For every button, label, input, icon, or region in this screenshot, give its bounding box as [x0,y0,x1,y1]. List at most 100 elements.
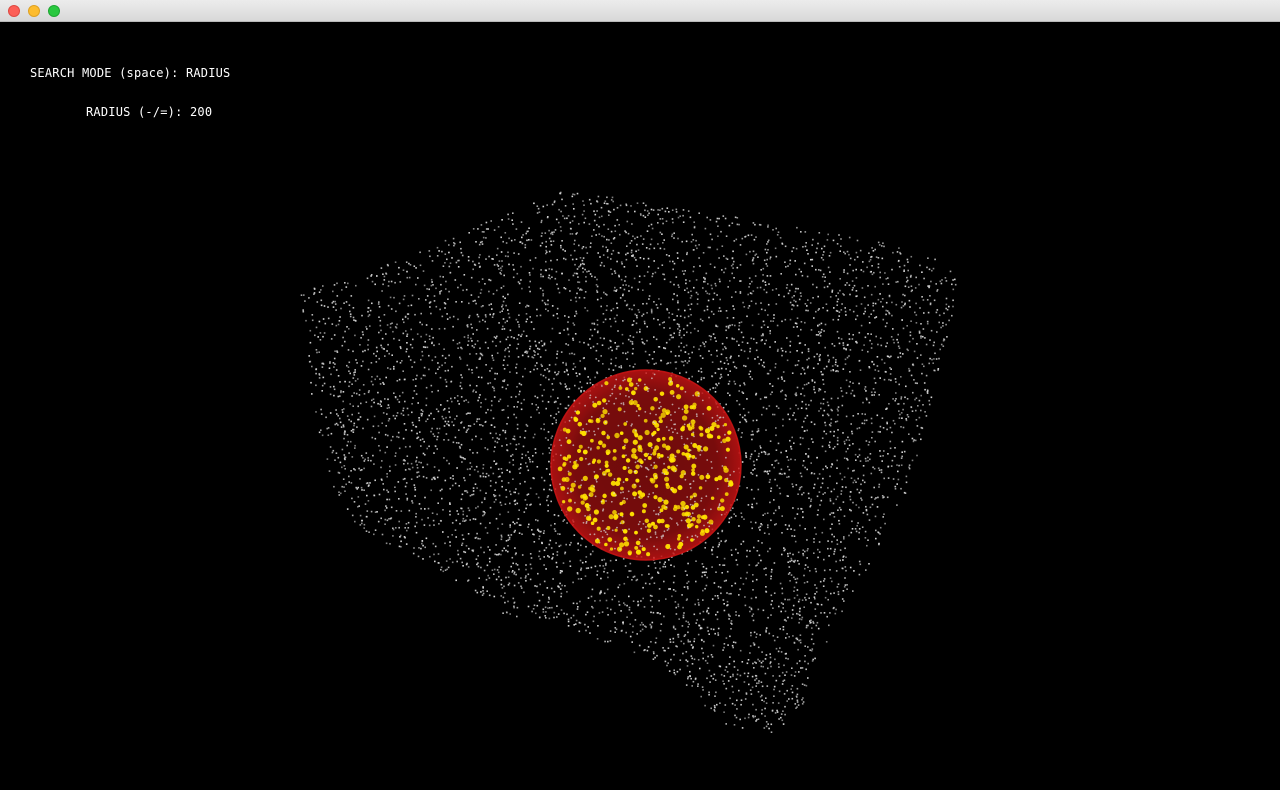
cloud-point [823,330,825,332]
cloud-point [828,282,831,285]
cloud-point [908,467,911,470]
cloud-point [750,434,753,436]
cloud-point [669,361,672,364]
cloud-point [304,300,306,302]
cloud-point [441,497,443,500]
cloud-point [773,639,776,642]
cloud-point [329,386,332,388]
cloud-point [584,575,587,577]
title-bar[interactable] [0,0,1280,22]
render-viewport[interactable]: SEARCH MODE (space): RADIUS RADIUS (-/=)… [0,22,1280,790]
cloud-point [376,275,378,277]
cloud-point [589,338,591,340]
cloud-point [527,493,530,495]
cloud-point [389,368,392,370]
cloud-point [752,589,754,591]
close-window-button[interactable] [8,5,20,17]
cloud-point [757,428,760,430]
cloud-point [661,218,664,220]
cloud-point [750,292,753,295]
cloud-point [928,268,931,271]
cloud-point [684,351,687,353]
cloud-point [567,344,570,346]
cloud-point [697,659,700,661]
cloud-point [672,637,675,640]
cloud-point [398,266,400,269]
cloud-point [860,269,863,271]
cloud-point [674,673,677,676]
cloud-point [827,354,829,357]
cloud-point [549,539,552,542]
cloud-point [392,535,394,537]
cloud-point [626,245,628,247]
cloud-point [725,368,727,370]
cloud-point [332,362,335,364]
cloud-point [582,257,585,259]
cloud-point [571,258,574,261]
cloud-point [816,495,819,498]
cloud-point [747,357,749,360]
cloud-point [570,541,572,544]
cloud-point [647,565,650,567]
cloud-point [504,430,507,432]
cloud-point [530,321,533,323]
cloud-point [542,608,545,611]
cloud-point [819,580,822,583]
cloud-point [462,565,464,567]
cloud-point [596,200,598,202]
cloud-point [554,523,556,525]
cloud-point [864,413,866,416]
cloud-point [820,257,823,259]
cloud-point [503,585,505,588]
cloud-point [869,506,872,509]
cloud-point [763,568,765,570]
cloud-point [541,394,544,397]
cloud-point [466,325,469,328]
cloud-point [851,338,854,340]
cloud-point [519,482,521,485]
cloud-point [515,443,518,446]
cloud-point [924,411,926,413]
cloud-point [554,229,557,231]
cloud-point [867,350,869,353]
cloud-point [604,200,607,202]
cloud-point [602,565,605,567]
cloud-point [728,593,730,595]
cloud-point [510,455,512,457]
cloud-point [480,376,483,379]
cloud-point [333,385,335,388]
cloud-point [477,296,480,298]
cloud-point [736,708,738,710]
cloud-point [775,449,778,451]
cloud-point [496,263,499,266]
cloud-point [578,621,581,624]
cloud-point [540,427,542,430]
cloud-point [785,450,788,452]
cloud-point [746,555,748,558]
cloud-point [729,656,731,658]
cloud-point [760,681,763,683]
cloud-point [810,421,813,423]
cloud-point [631,286,633,289]
cloud-point [408,262,410,265]
cloud-point [654,567,657,569]
cloud-point [655,338,658,341]
cloud-point [515,228,518,230]
zoom-window-button[interactable] [48,5,60,17]
minimize-window-button[interactable] [28,5,40,17]
cloud-point [550,259,552,262]
cloud-point [321,362,323,365]
cloud-point [470,294,473,296]
cloud-point [830,466,832,468]
cloud-point [651,605,653,608]
cloud-point [801,351,803,354]
cloud-point [417,402,419,404]
cloud-point [631,223,633,225]
cloud-point [642,586,644,589]
cloud-point [370,362,373,364]
cloud-point [759,286,762,289]
cloud-point [870,256,872,258]
cloud-point [431,359,434,362]
cloud-point [398,302,401,305]
cloud-point [683,328,685,330]
